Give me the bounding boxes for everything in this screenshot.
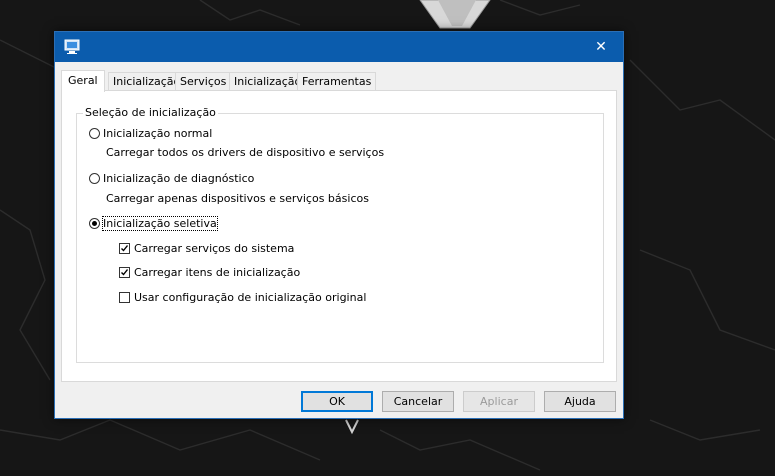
checkbox-checked[interactable] <box>119 267 130 278</box>
close-icon: ✕ <box>595 39 607 55</box>
check-use-original-boot-config[interactable]: Usar configuração de inicialização origi… <box>119 291 366 304</box>
normal-startup-description: Carregar todos os drivers de dispositivo… <box>106 146 385 159</box>
radio-button[interactable] <box>89 128 100 139</box>
check-load-startup-items[interactable]: Carregar itens de inicialização <box>119 266 300 279</box>
checkbox-unchecked[interactable] <box>119 292 130 303</box>
check-load-system-services[interactable]: Carregar serviços do sistema <box>119 242 294 255</box>
radio-diagnostic-startup[interactable]: Inicialização de diagnóstico <box>89 172 254 185</box>
ok-button[interactable]: OK <box>301 391 373 412</box>
tab-servicos[interactable]: Serviços <box>175 72 232 91</box>
tab-panel-geral: Seleção de inicialização Inicialização n… <box>61 90 617 382</box>
tab-inicializacao-startup[interactable]: Inicialização <box>229 72 307 91</box>
close-button[interactable]: ✕ <box>579 32 623 62</box>
tab-ferramentas[interactable]: Ferramentas <box>297 72 377 91</box>
radio-button[interactable] <box>89 173 100 184</box>
load-startup-items-label: Carregar itens de inicialização <box>134 266 301 279</box>
load-system-services-label: Carregar serviços do sistema <box>134 242 295 255</box>
system-configuration-dialog: ✕ Geral Inicialização Serviços Inicializ… <box>54 31 624 419</box>
radio-selective-label: Inicialização seletiva <box>102 216 218 231</box>
diagnostic-startup-description: Carregar apenas dispositivos e serviços … <box>106 192 369 205</box>
help-button[interactable]: Ajuda <box>544 391 616 412</box>
tab-inicializacao-boot[interactable]: Inicialização <box>108 72 186 91</box>
use-original-boot-config-label: Usar configuração de inicialização origi… <box>134 291 367 304</box>
title-bar[interactable]: ✕ <box>55 32 623 62</box>
cancel-button[interactable]: Cancelar <box>382 391 454 412</box>
radio-normal-label: Inicialização normal <box>103 127 213 140</box>
checkbox-checked[interactable] <box>119 243 130 254</box>
apply-button[interactable]: Aplicar <box>463 391 535 412</box>
tab-geral[interactable]: Geral <box>61 70 105 92</box>
startup-selection-legend: Seleção de inicialização <box>83 106 218 119</box>
radio-button-selected[interactable] <box>89 218 100 229</box>
radio-normal-startup[interactable]: Inicialização normal <box>89 127 212 140</box>
radio-selective-startup[interactable]: Inicialização seletiva <box>89 216 218 231</box>
msconfig-computer-icon <box>64 39 80 54</box>
radio-diagnostic-label: Inicialização de diagnóstico <box>103 172 255 185</box>
